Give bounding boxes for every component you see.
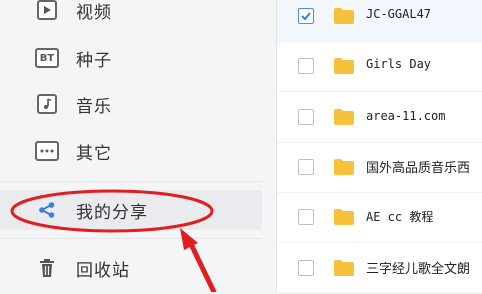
file-row[interactable]: area-11.com	[277, 92, 482, 143]
sidebar-item-my-share[interactable]: 我的分享	[0, 190, 262, 230]
folder-icon	[334, 209, 354, 225]
sidebar-item-label: 种子	[76, 50, 112, 71]
sidebar-item-music[interactable]: 音乐	[0, 84, 262, 124]
file-row[interactable]: Girls Day	[277, 41, 482, 92]
file-row[interactable]: 三字经儿歌全文朗	[277, 243, 482, 294]
sidebar-item-label: 回收站	[76, 260, 130, 281]
sidebar-item-other[interactable]: 其它	[0, 131, 262, 171]
folder-icon	[334, 58, 354, 74]
sidebar-item-label: 我的分享	[76, 202, 148, 223]
file-name[interactable]: 三字经儿歌全文朗	[366, 258, 470, 277]
file-name[interactable]: JC-GGAL47	[366, 7, 431, 21]
sidebar-item-label: 音乐	[76, 96, 112, 117]
folder-icon	[334, 260, 354, 276]
file-row[interactable]: JC-GGAL47	[277, 0, 482, 42]
file-list: JC-GGAL47 Girls Day area-11.com 国外高品质音乐西…	[276, 0, 482, 294]
file-name[interactable]: AE cc 教程	[366, 208, 433, 225]
folder-icon	[334, 109, 354, 125]
file-row[interactable]: AE cc 教程	[277, 192, 482, 243]
more-icon	[34, 138, 60, 164]
file-row[interactable]: 国外高品质音乐西	[277, 142, 482, 193]
file-name[interactable]: area-11.com	[366, 109, 445, 123]
music-icon	[34, 91, 60, 117]
bt-icon: BT	[34, 45, 60, 71]
row-checkbox[interactable]	[298, 159, 314, 175]
sidebar-item-bt[interactable]: BT 种子	[0, 38, 262, 78]
folder-icon	[334, 159, 354, 175]
sidebar-item-video[interactable]: 视频	[0, 0, 262, 30]
share-icon	[34, 197, 60, 223]
file-name[interactable]: Girls Day	[366, 57, 431, 71]
row-checkbox[interactable]	[298, 109, 314, 125]
row-checkbox[interactable]	[298, 209, 314, 225]
sidebar-divider	[0, 181, 262, 182]
row-checkbox[interactable]	[298, 8, 314, 24]
sidebar-item-label: 其它	[76, 143, 112, 164]
folder-icon	[334, 8, 354, 24]
video-icon	[34, 0, 60, 23]
check-icon	[301, 12, 311, 21]
sidebar-item-recycle-bin[interactable]: 回收站	[0, 248, 262, 288]
sidebar-divider	[0, 238, 262, 239]
row-checkbox[interactable]	[298, 260, 314, 276]
sidebar-item-label: 视频	[76, 2, 112, 23]
sidebar: 视频 BT 种子 音乐 其它 我的分享 回收站	[0, 0, 262, 292]
row-checkbox[interactable]	[298, 58, 314, 74]
trash-icon	[34, 255, 60, 281]
file-name[interactable]: 国外高品质音乐西	[366, 157, 470, 176]
